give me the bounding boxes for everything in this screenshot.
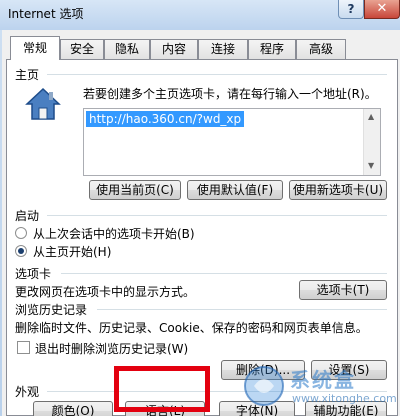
colors-button[interactable]: 颜色(O)	[33, 401, 113, 416]
appearance-section-title: 外观	[15, 385, 40, 399]
help-button[interactable]: ?	[338, 0, 364, 19]
accessibility-button[interactable]: 辅助功能(E)	[305, 401, 387, 416]
use-default-button[interactable]: 使用默认值(F)	[187, 180, 283, 200]
close-icon: ✕	[376, 1, 388, 16]
tabs-description: 更改网页在选项卡中的显示方式。	[15, 285, 196, 299]
homepage-instruction: 若要创建多个主页选项卡，请在每行输入一个地址(R)。	[83, 87, 377, 101]
scroll-up-icon[interactable]: ▲	[368, 112, 374, 121]
use-current-button[interactable]: 使用当前页(C)	[89, 180, 181, 200]
general-panel: 主页 若要创建多个主页选项卡，请在每行输入一个地址(R)。 http://hao…	[6, 59, 398, 416]
use-new-tab-button[interactable]: 使用新选项卡(U)	[289, 180, 387, 200]
window-title: Internet 选项	[8, 7, 84, 21]
delete-history-button[interactable]: 删除(D)...	[221, 360, 305, 380]
home-icon	[25, 87, 61, 120]
close-button[interactable]: ✕	[364, 0, 400, 19]
title-bar: Internet 选项 ? ✕	[0, 0, 400, 30]
section-divider	[47, 74, 387, 75]
tabs-section-title: 选项卡	[15, 267, 52, 281]
tabs-settings-button[interactable]: 选项卡(T)	[299, 280, 387, 300]
homepage-section-title: 主页	[15, 68, 40, 82]
delete-history-on-exit-checkbox[interactable]	[17, 341, 30, 354]
startup-section-title: 启动	[15, 209, 40, 223]
homepage-url-input[interactable]: http://hao.360.cn/?wd_xp ▲ ▼	[83, 108, 381, 176]
startup-last-session-label[interactable]: 从上次会话中的选项卡开始(B)	[33, 225, 195, 242]
startup-homepage-radio[interactable]	[15, 245, 27, 257]
history-settings-button[interactable]: 设置(S)	[311, 360, 387, 380]
section-divider	[47, 215, 387, 216]
homepage-url-value[interactable]: http://hao.360.cn/?wd_xp	[86, 111, 245, 127]
scroll-down-icon[interactable]: ▼	[368, 161, 374, 170]
tab-programs[interactable]: 程序	[248, 39, 296, 59]
history-section-title: 浏览历史记录	[15, 303, 88, 317]
annotation-highlight-box	[114, 366, 210, 412]
tab-connections[interactable]: 连接	[198, 39, 248, 59]
section-divider	[97, 309, 387, 310]
startup-last-session-radio[interactable]	[15, 227, 27, 239]
fonts-button[interactable]: 字体(N)	[219, 401, 295, 416]
startup-homepage-label[interactable]: 从主页开始(H)	[33, 243, 111, 260]
section-divider	[47, 391, 387, 392]
tab-security[interactable]: 安全	[60, 39, 104, 59]
section-divider	[61, 273, 387, 274]
tab-advanced[interactable]: 高级	[296, 39, 346, 59]
history-description: 删除临时文件、历史记录、Cookie、保存的密码和网页表单信息。	[15, 321, 368, 335]
tab-privacy[interactable]: 隐私	[104, 39, 150, 59]
internet-options-dialog: 常规 安全 隐私 内容 连接 程序 高级 主页 若要创建多个主页选项卡，请在每行…	[2, 30, 400, 416]
url-scrollbar[interactable]: ▲ ▼	[363, 109, 380, 175]
tab-general[interactable]: 常规	[10, 36, 60, 60]
delete-history-on-exit-label[interactable]: 退出时删除浏览历史记录(W)	[35, 340, 188, 357]
tab-content[interactable]: 内容	[150, 39, 198, 59]
